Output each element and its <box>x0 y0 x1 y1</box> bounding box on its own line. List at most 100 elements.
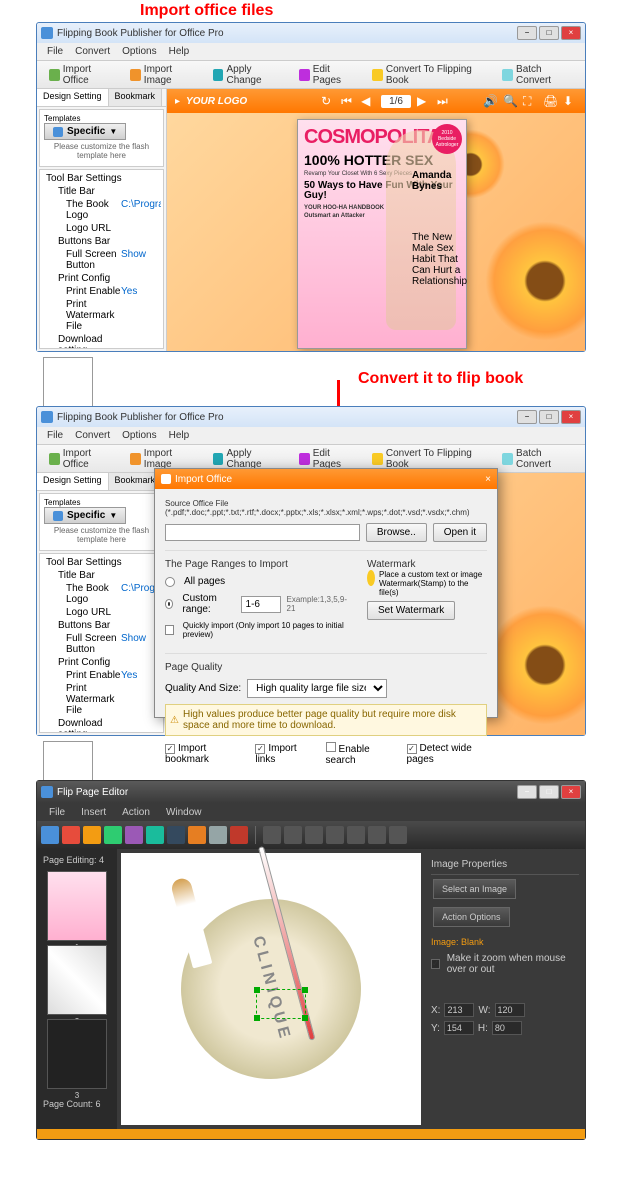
tool-icon[interactable] <box>62 826 80 844</box>
batch-convert-button[interactable]: Batch Convert <box>495 61 580 89</box>
tree-row[interactable]: Logo URL <box>42 606 161 619</box>
menu-options[interactable]: Options <box>116 430 162 441</box>
import-office-button[interactable]: Import Office <box>42 61 121 89</box>
specific-button[interactable]: Specific▼ <box>44 123 126 140</box>
tree-row[interactable]: Print Config <box>42 656 161 669</box>
edit-pages-button[interactable]: Edit Pages <box>292 61 363 89</box>
menu-help[interactable]: Help <box>163 46 196 57</box>
resize-handle[interactable] <box>302 1015 308 1021</box>
w-input[interactable] <box>495 1003 525 1017</box>
y-input[interactable] <box>444 1021 474 1035</box>
download-icon[interactable]: ⬇ <box>563 94 577 108</box>
menu-window[interactable]: Window <box>158 807 210 818</box>
specific-button[interactable]: Specific▼ <box>44 507 126 524</box>
undo-icon[interactable] <box>263 826 281 844</box>
tree-row[interactable]: Print Config <box>42 272 161 285</box>
batch-convert-button[interactable]: Batch Convert <box>495 445 580 473</box>
tool-icon[interactable] <box>104 826 122 844</box>
tree-row[interactable]: Print EnableYes <box>42 285 161 298</box>
tree-row[interactable]: Buttons Bar <box>42 619 161 632</box>
maximize-button[interactable]: □ <box>539 26 559 40</box>
auto-icon[interactable]: ↻ <box>321 94 335 108</box>
menu-file[interactable]: File <box>41 807 73 818</box>
tool-icon[interactable] <box>125 826 143 844</box>
editor-canvas[interactable] <box>121 853 421 1125</box>
custom-range-radio[interactable] <box>165 599 173 609</box>
tree-row[interactable]: Logo URL <box>42 222 161 235</box>
tree-row[interactable]: Print Watermark File <box>42 298 161 333</box>
last-icon[interactable]: ⏭ <box>437 94 451 108</box>
menu-convert[interactable]: Convert <box>69 430 116 441</box>
zoom-icon[interactable]: 🔍 <box>503 94 517 108</box>
settings-tree[interactable]: Tool Bar Settings Title BarThe Book Logo… <box>39 553 164 733</box>
redo-icon[interactable] <box>284 826 302 844</box>
menu-convert[interactable]: Convert <box>69 46 116 57</box>
tree-row[interactable]: Title Bar <box>42 569 161 582</box>
tab-design-setting[interactable]: Design Setting <box>37 473 109 490</box>
close-button[interactable]: × <box>561 26 581 40</box>
source-file-input[interactable] <box>165 524 360 541</box>
tree-row[interactable]: The Book LogoC:\ProgramD... <box>42 582 161 606</box>
zoom-in-icon[interactable] <box>368 826 386 844</box>
print-icon[interactable]: 🖨 <box>543 94 557 108</box>
menu-help[interactable]: Help <box>163 430 196 441</box>
h-input[interactable] <box>492 1021 522 1035</box>
minimize-button[interactable]: − <box>517 410 537 424</box>
tree-root[interactable]: Tool Bar Settings <box>42 557 161 568</box>
editor-thumb-1[interactable]: 1 <box>47 871 107 941</box>
action-options-button[interactable]: Action Options <box>433 907 510 927</box>
editor-thumb-3[interactable]: 3 <box>47 1019 107 1089</box>
next-icon[interactable]: ▶ <box>417 94 431 108</box>
x-input[interactable] <box>444 1003 474 1017</box>
page-indicator[interactable]: 1/6 <box>381 95 411 108</box>
open-button[interactable]: Open it <box>433 523 487 542</box>
tree-row[interactable]: Full Screen ButtonShow <box>42 632 161 656</box>
resize-handle[interactable] <box>302 987 308 993</box>
fullscreen-icon[interactable]: ⛶ <box>523 94 537 108</box>
set-watermark-button[interactable]: Set Watermark <box>367 601 455 620</box>
tree-row[interactable]: Print Watermark File <box>42 682 161 717</box>
close-button[interactable]: × <box>561 410 581 424</box>
magazine-preview[interactable]: 2010 Bedside Astrologer COSMOPOLITAN 100… <box>297 119 467 349</box>
settings-tree[interactable]: Tool Bar Settings Title BarThe Book Logo… <box>39 169 164 349</box>
tool-icon[interactable] <box>209 826 227 844</box>
menu-options[interactable]: Options <box>116 46 162 57</box>
editor-thumb-2[interactable]: 2 <box>47 945 107 1015</box>
resize-handle[interactable] <box>254 1015 260 1021</box>
prev-icon[interactable]: ◀ <box>361 94 375 108</box>
minimize-button[interactable]: − <box>517 785 537 799</box>
tool-icon[interactable] <box>167 826 185 844</box>
import-bookmark-checkbox[interactable] <box>165 744 175 754</box>
menu-file[interactable]: File <box>41 430 69 441</box>
range-input[interactable] <box>241 596 281 613</box>
import-office-button[interactable]: Import Office <box>42 445 121 473</box>
tab-design-setting[interactable]: Design Setting <box>37 89 109 106</box>
quality-select[interactable]: High quality large file size <box>247 679 387 698</box>
maximize-button[interactable]: □ <box>539 410 559 424</box>
menu-insert[interactable]: Insert <box>73 807 114 818</box>
tree-row[interactable]: The Book LogoC:\ProgramD... <box>42 198 161 222</box>
all-pages-radio[interactable] <box>165 577 175 587</box>
paste-icon[interactable] <box>326 826 344 844</box>
quickly-import-checkbox[interactable] <box>165 625 174 635</box>
tool-icon[interactable] <box>146 826 164 844</box>
import-links-checkbox[interactable] <box>255 744 265 754</box>
tree-row[interactable]: Full Screen ButtonShow <box>42 248 161 272</box>
copy-icon[interactable] <box>305 826 323 844</box>
menu-action[interactable]: Action <box>114 807 158 818</box>
close-button[interactable]: × <box>561 785 581 799</box>
tree-row[interactable]: Title Bar <box>42 185 161 198</box>
dialog-close-icon[interactable]: × <box>485 474 491 485</box>
save-icon[interactable] <box>41 826 59 844</box>
zoom-checkbox[interactable] <box>431 959 440 969</box>
tool-icon[interactable] <box>83 826 101 844</box>
delete-icon[interactable] <box>347 826 365 844</box>
tool-icon[interactable] <box>230 826 248 844</box>
first-icon[interactable]: ⏮ <box>341 94 355 108</box>
tree-row[interactable]: Download setting <box>42 717 161 733</box>
maximize-button[interactable]: □ <box>539 785 559 799</box>
minimize-button[interactable]: − <box>517 26 537 40</box>
selection-box[interactable] <box>256 989 306 1019</box>
enable-search-checkbox[interactable] <box>326 742 336 752</box>
detect-wide-checkbox[interactable] <box>407 744 417 754</box>
